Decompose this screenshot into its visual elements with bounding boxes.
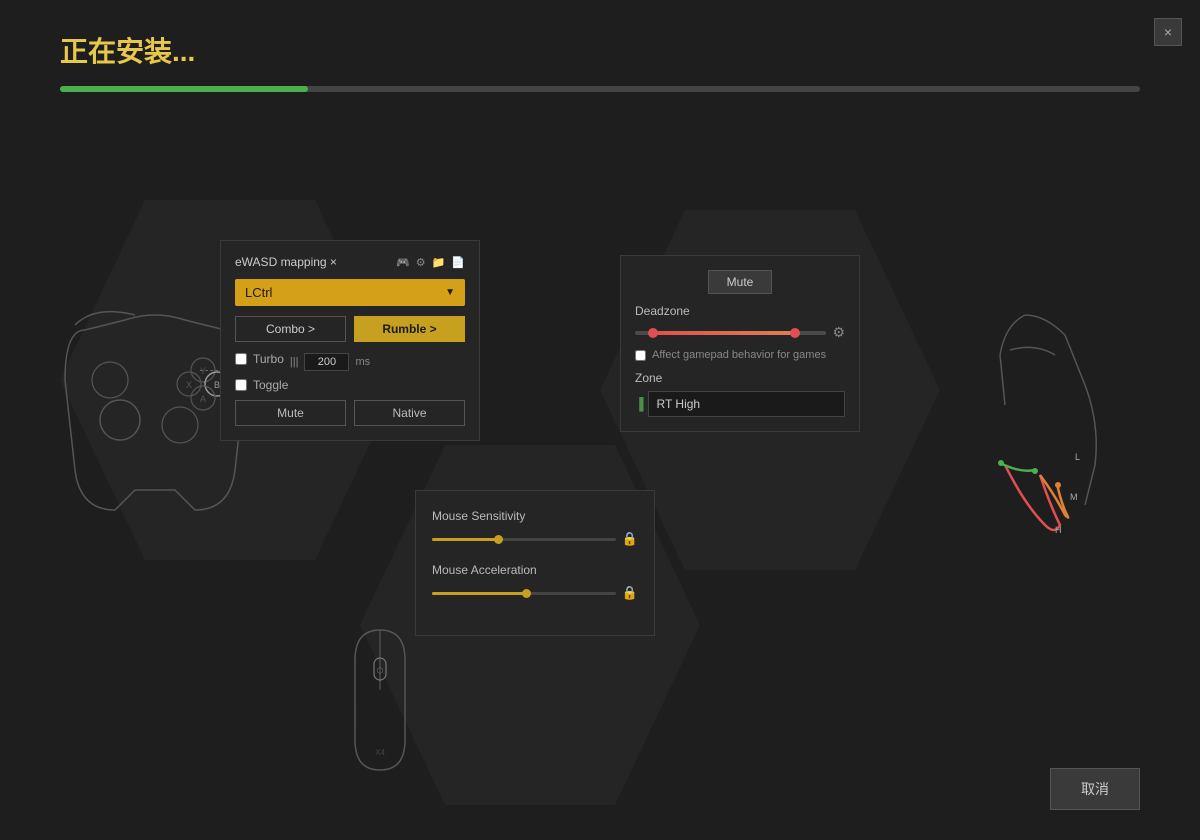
folder-icon: 📁 [432,256,446,269]
affect-checkbox[interactable] [635,350,646,361]
acceleration-slider-track[interactable] [432,592,616,595]
deadzone-label: Deadzone [635,304,845,318]
sensitivity-slider-row: 🔒 [432,531,638,547]
gamepad-icon: 🎮 [396,256,410,269]
acceleration-lock-icon[interactable]: 🔒 [622,585,638,601]
svg-text:X: X [186,380,192,390]
bars-icon: ▐ [635,397,644,411]
zone-label: Zone [635,371,845,385]
slider-fill-right [798,331,827,335]
svg-text:⬡: ⬡ [377,666,384,675]
turbo-checkbox-row: Turbo [235,352,284,366]
svg-text:A: A [200,394,206,404]
mouse-panel: Mouse Sensitivity 🔒 Mouse Acceleration 🔒 [415,490,655,636]
slider-fill-mid [650,331,797,335]
close-button[interactable]: × [1154,18,1182,46]
deadzone-settings-icon[interactable]: ⚙ [832,324,845,341]
acceleration-slider-thumb[interactable] [522,589,531,598]
native-button[interactable]: Native [354,400,465,426]
deadzone-slider-track[interactable] [635,331,826,335]
panel-title: eWASD mapping × [235,255,337,269]
zone-input-row: ▐ RT High [635,391,845,417]
acceleration-slider-fill [432,592,524,595]
rumble-button[interactable]: Rumble > [354,316,465,342]
lctrl-dropdown[interactable]: LCtrl ▼ [235,279,465,306]
svg-text:M: M [1070,492,1078,502]
mute-top-button[interactable]: Mute [708,270,773,294]
mapping-panel: eWASD mapping × 🎮 ⚙ 📁 📄 LCtrl ▼ Combo > … [220,240,480,441]
bars-icon: ||| [290,356,299,368]
turbo-label: Turbo [253,352,284,366]
progress-bar-background [60,86,1140,92]
panel-title-row: eWASD mapping × 🎮 ⚙ 📁 📄 [235,255,465,269]
bottom-button-row: Mute Native [235,400,465,426]
deadzone-panel: Mute Deadzone ⚙ Affect gamepad behavior … [620,255,860,432]
combo-button[interactable]: Combo > [235,316,346,342]
trigger-illustration: L M H [945,300,1105,550]
toggle-checkbox-row: Toggle [235,378,465,392]
dropdown-value: LCtrl [245,285,272,300]
header: 正在安装... [60,30,1140,92]
sensitivity-slider-thumb[interactable] [494,535,503,544]
action-button-row: Combo > Rumble > [235,316,465,342]
svg-text:Y: Y [200,366,206,376]
turbo-checkbox[interactable] [235,353,247,365]
panel-icons: 🎮 ⚙ 📁 📄 [396,256,465,269]
settings-icon: ⚙ [416,256,426,269]
mute-button[interactable]: Mute [235,400,346,426]
page-title: 正在安装... [60,30,1140,70]
turbo-value-input[interactable]: 200 [304,353,349,371]
sensitivity-slider-track[interactable] [432,538,616,541]
acceleration-slider-row: 🔒 [432,585,638,601]
svg-text:L: L [1075,452,1080,462]
affect-row: Affect gamepad behavior for games [635,349,845,361]
deadzone-slider-row: ⚙ [635,324,845,341]
acceleration-label: Mouse Acceleration [432,563,638,577]
svg-text:X4: X4 [375,748,385,757]
file-icon: 📄 [451,256,465,269]
slider-thumb-left[interactable] [648,328,658,338]
sensitivity-slider-fill [432,538,496,541]
zone-value-input[interactable]: RT High [648,391,845,417]
slider-thumb-right[interactable] [790,328,800,338]
svg-text:H: H [1055,525,1062,535]
sensitivity-label: Mouse Sensitivity [432,509,638,523]
ms-unit-label: ms [355,356,370,368]
chevron-down-icon: ▼ [445,287,455,298]
mouse-illustration: ⬡ X4 [330,620,430,780]
dropdown-row[interactable]: LCtrl ▼ [235,279,465,306]
toggle-checkbox[interactable] [235,379,247,391]
progress-bar-fill [60,86,308,92]
cancel-button[interactable]: 取消 [1050,768,1140,810]
toggle-label: Toggle [253,378,288,392]
sensitivity-lock-icon[interactable]: 🔒 [622,531,638,547]
turbo-row: Turbo ||| 200 ms [235,352,465,372]
affect-label: Affect gamepad behavior for games [652,349,826,361]
